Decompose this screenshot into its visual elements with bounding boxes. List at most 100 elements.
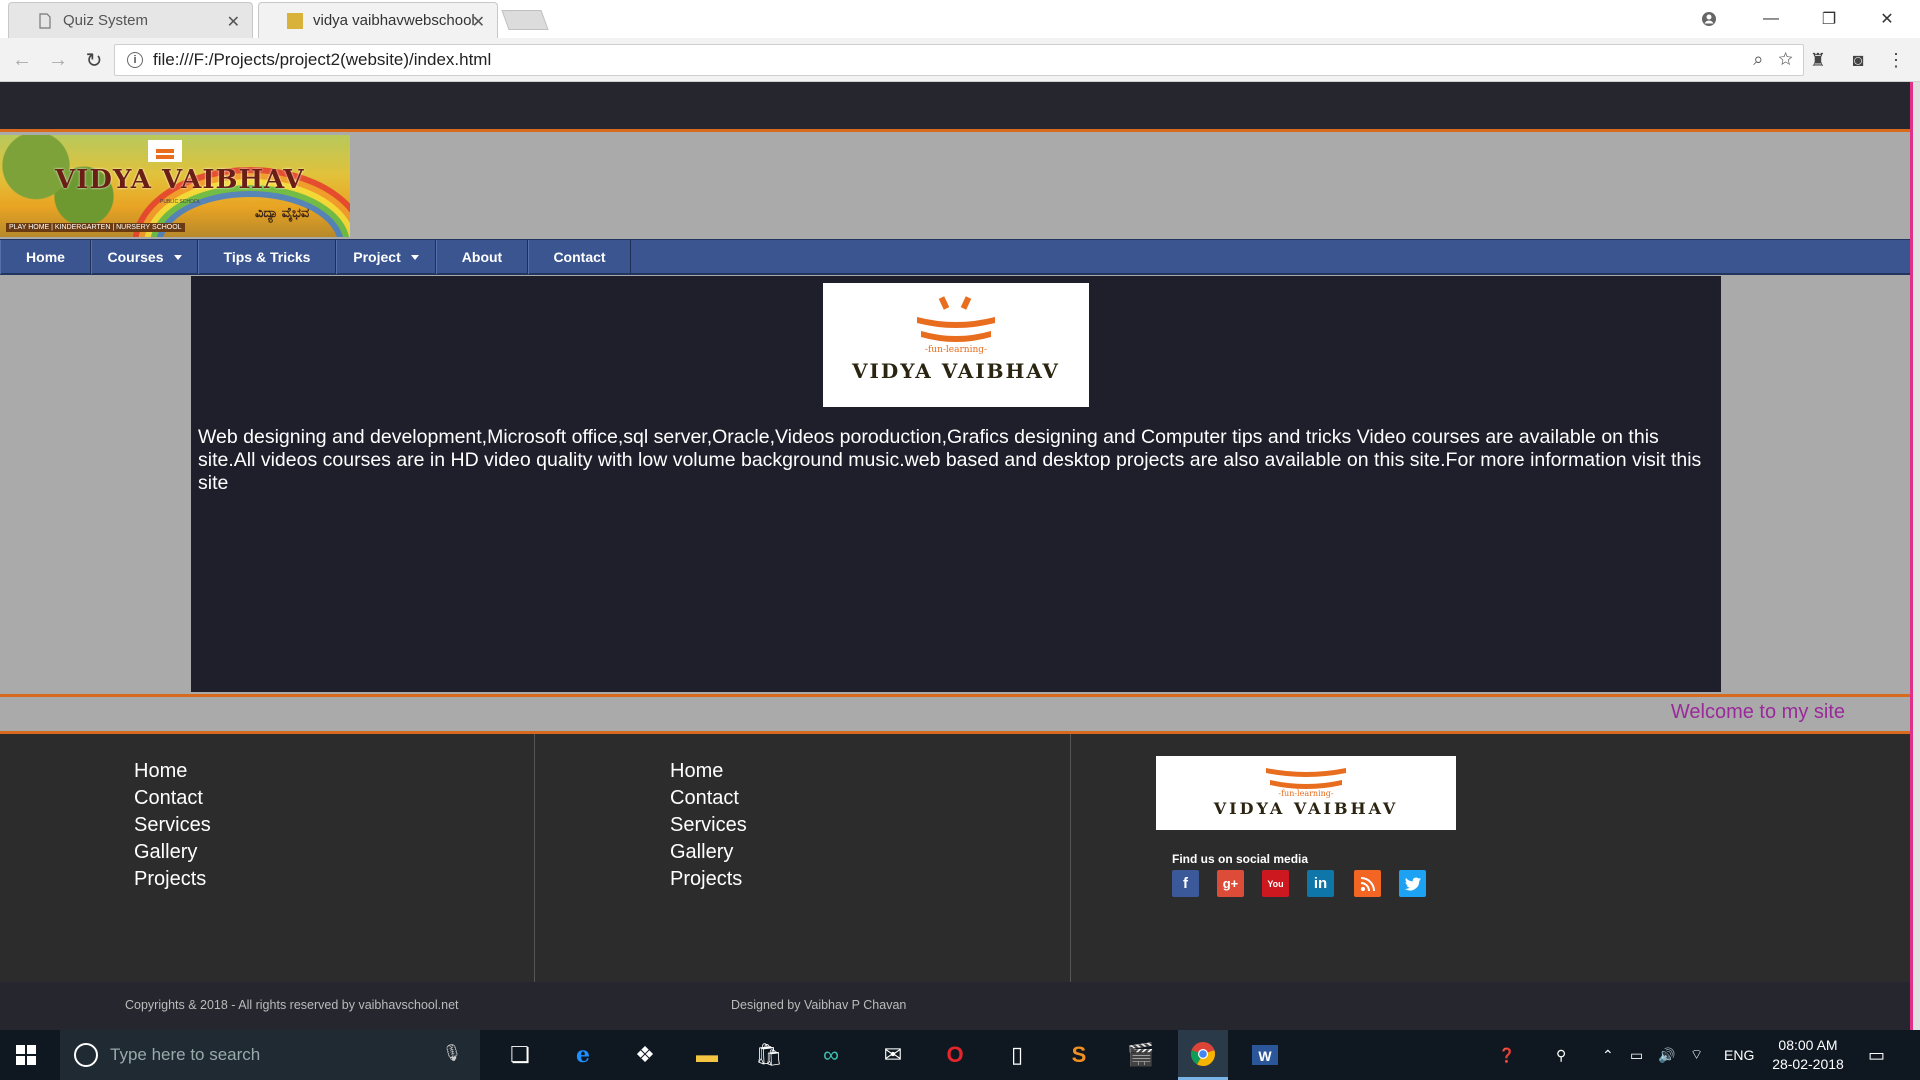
google-plus-icon[interactable]: g+: [1217, 870, 1244, 897]
file-explorer-icon[interactable]: ▬: [682, 1030, 732, 1080]
footer-link-gallery[interactable]: Gallery: [134, 839, 211, 866]
clock-time: 08:00 AM: [1778, 1037, 1838, 1053]
tray-chevron-up-icon[interactable]: ⌃: [1602, 1030, 1614, 1080]
info-icon[interactable]: i: [127, 52, 143, 68]
menu-tips-tricks[interactable]: Tips & Tricks: [198, 240, 336, 274]
menu-project[interactable]: Project: [336, 240, 436, 274]
chrome-icon[interactable]: [1178, 1030, 1228, 1080]
edge-browser-icon[interactable]: e: [558, 1030, 608, 1080]
close-tab-icon[interactable]: ✕: [227, 12, 240, 32]
footer-link-services[interactable]: Services: [134, 812, 211, 839]
forward-icon[interactable]: →: [44, 46, 72, 74]
menu-contact[interactable]: Contact: [528, 240, 631, 274]
zoom-icon[interactable]: ⌕: [1753, 49, 1763, 69]
footer-link-gallery[interactable]: Gallery: [670, 839, 747, 866]
menu-dots-icon[interactable]: ⋮: [1884, 48, 1908, 72]
back-icon[interactable]: ←: [8, 46, 36, 74]
menu-courses[interactable]: Courses: [91, 240, 198, 274]
menu-home[interactable]: Home: [0, 240, 91, 274]
designer-credit: Designed by Vaibhav P Chavan: [731, 998, 907, 1012]
rss-icon[interactable]: [1354, 870, 1381, 897]
wifi-icon[interactable]: ⌔: [1690, 1030, 1703, 1080]
main-menu: Home Courses Tips & Tricks Project About…: [0, 239, 1910, 275]
banner-logo-icon: [148, 140, 182, 162]
movie-maker-icon[interactable]: 🎬: [1116, 1030, 1166, 1080]
menu-label: Courses: [107, 249, 164, 265]
banner-bottom-text: PLAY HOME | KINDERGARTEN | NURSERY SCHOO…: [6, 223, 185, 232]
youtube-icon[interactable]: You: [1262, 870, 1289, 897]
notepad-icon[interactable]: ▯: [992, 1030, 1042, 1080]
welcome-strip: Welcome to my site: [0, 694, 1910, 734]
store-icon[interactable]: 🛍: [744, 1030, 794, 1080]
opera-icon[interactable]: O: [930, 1030, 980, 1080]
mail-icon[interactable]: ✉: [868, 1030, 918, 1080]
footer-link-home[interactable]: Home: [670, 758, 747, 785]
copyright-text: Copyrights & 2018 - All rights reserved …: [125, 998, 459, 1012]
volume-icon[interactable]: 🔊: [1658, 1030, 1675, 1080]
close-tab-icon[interactable]: ✕: [472, 12, 485, 32]
cortana-icon[interactable]: [74, 1043, 98, 1067]
footer-logo-tagline: -fun-learning-: [1278, 789, 1334, 798]
site-top-bar: [0, 82, 1910, 132]
address-bar[interactable]: i file:///F:/Projects/project2(website)/…: [114, 44, 1804, 76]
windows-start-icon[interactable]: [16, 1045, 36, 1065]
webpage: VIDYA VAIBHAV PUBLIC SCHOOL ವಿದ್ಯಾ ವೈಭವ …: [0, 82, 1910, 1030]
bookmark-star-icon[interactable]: ☆: [1778, 49, 1793, 69]
banner-subtitle: PUBLIC SCHOOL: [160, 199, 201, 205]
welcome-marquee-text: Welcome to my site: [1670, 701, 1845, 723]
footer-link-contact[interactable]: Contact: [670, 785, 747, 812]
browser-tabstrip: Quiz System ✕ vidya vaibhavwebschool ✕ —…: [0, 0, 1920, 38]
footer-column-1: Home Contact Services Gallery Projects: [0, 734, 535, 982]
vidya-vaibhav-logo: -fun-learning- VIDYA VAIBHAV: [823, 283, 1089, 407]
footer-link-home[interactable]: Home: [134, 758, 211, 785]
profile-icon[interactable]: [1686, 4, 1732, 34]
search-placeholder: Type here to search: [110, 1045, 261, 1064]
microphone-icon[interactable]: 🎙: [442, 1043, 462, 1063]
close-window-icon[interactable]: ✕: [1864, 4, 1910, 34]
windows-taskbar: Type here to search 🎙 ❏ e ❖ ▬ 🛍 ∞ ✉ O ▯ …: [0, 1030, 1920, 1080]
incognito-extension-icon[interactable]: ◙: [1846, 48, 1870, 72]
footer-link-projects[interactable]: Projects: [670, 866, 747, 893]
site-banner: VIDYA VAIBHAV PUBLIC SCHOOL ವಿದ್ಯಾ ವೈಭವ …: [0, 135, 350, 237]
twitter-icon[interactable]: [1399, 870, 1426, 897]
footer-link-contact[interactable]: Contact: [134, 785, 211, 812]
vertical-scrollbar[interactable]: [1910, 82, 1920, 1030]
address-text: file:///F:/Projects/project2(website)/in…: [153, 50, 492, 69]
browser-toolbar: ← → ↻ i file:///F:/Projects/project2(web…: [0, 38, 1920, 82]
extension-icon[interactable]: ♜: [1806, 48, 1830, 72]
copyright-bar: Copyrights & 2018 - All rights reserved …: [0, 982, 1910, 1030]
banner-kannada-text: ವಿದ್ಯಾ ವೈಭವ: [255, 205, 310, 220]
new-tab-button[interactable]: [501, 10, 549, 30]
minimize-icon[interactable]: —: [1748, 4, 1794, 34]
clock-date: 28-02-2018: [1772, 1056, 1844, 1072]
tab-vidya-vaibhav[interactable]: vidya vaibhavwebschool ✕: [258, 2, 498, 38]
tab-title: Quiz System: [63, 12, 149, 29]
dropbox-icon[interactable]: ❖: [620, 1030, 670, 1080]
footer-column-2: Home Contact Services Gallery Projects: [535, 734, 1071, 982]
arduino-icon[interactable]: ∞: [806, 1030, 856, 1080]
menu-about[interactable]: About: [436, 240, 528, 274]
people-icon[interactable]: ⚲: [1556, 1030, 1566, 1080]
language-indicator[interactable]: ENG: [1724, 1030, 1754, 1080]
footer-links: Home Contact Services Gallery Projects: [134, 758, 211, 893]
omnibox-actions: ⌕ ☆: [1753, 49, 1793, 70]
sublime-text-icon[interactable]: S: [1054, 1030, 1104, 1080]
taskbar-search-box[interactable]: Type here to search 🎙: [60, 1030, 480, 1080]
svg-text:W: W: [1258, 1048, 1272, 1064]
tab-quiz-system[interactable]: Quiz System ✕: [8, 2, 253, 38]
battery-icon[interactable]: ▭: [1630, 1030, 1643, 1080]
help-icon[interactable]: ❓: [1498, 1030, 1515, 1080]
action-center-icon[interactable]: ▭: [1868, 1030, 1885, 1080]
site-favicon-icon: [287, 12, 303, 29]
dropdown-caret-icon: [173, 254, 182, 260]
logo-name: VIDYA VAIBHAV: [851, 359, 1060, 383]
taskbar-clock[interactable]: 08:00 AM 28-02-2018: [1768, 1036, 1848, 1074]
footer-link-projects[interactable]: Projects: [134, 866, 211, 893]
task-view-icon[interactable]: ❏: [495, 1030, 545, 1080]
restore-icon[interactable]: ❐: [1806, 4, 1852, 34]
linkedin-icon[interactable]: in: [1307, 870, 1334, 897]
reload-icon[interactable]: ↻: [80, 46, 108, 74]
footer-link-services[interactable]: Services: [670, 812, 747, 839]
facebook-icon[interactable]: f: [1172, 870, 1199, 897]
word-icon[interactable]: W: [1240, 1030, 1290, 1080]
